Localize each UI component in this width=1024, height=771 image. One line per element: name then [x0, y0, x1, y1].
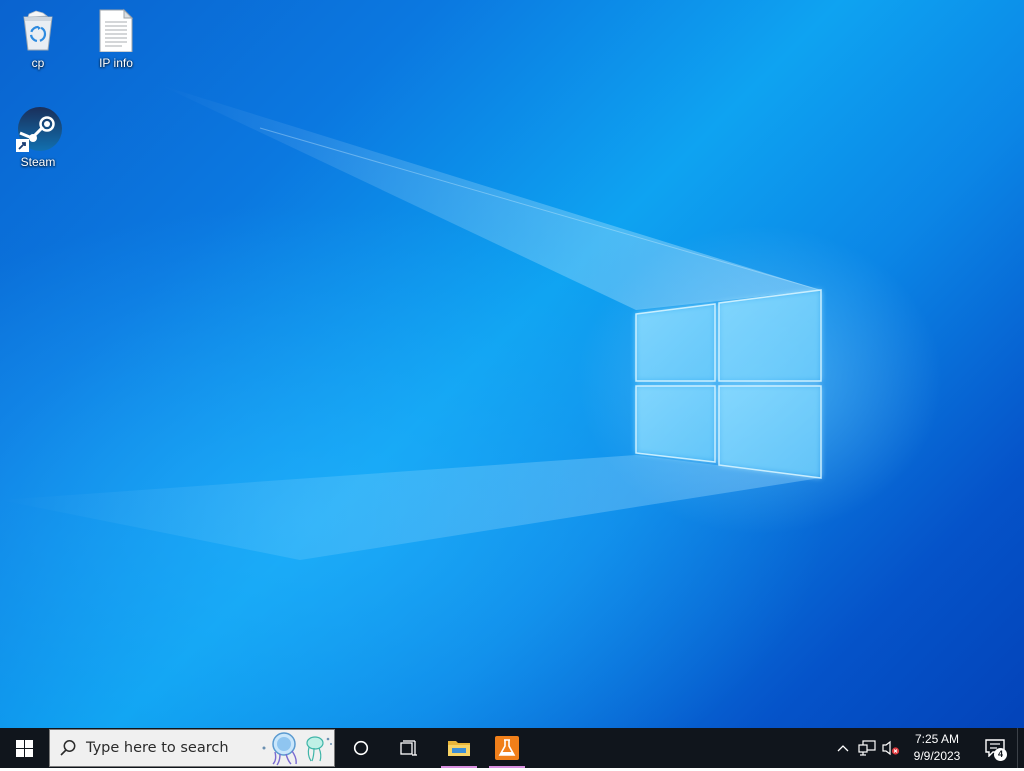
- action-center-button[interactable]: 4: [973, 728, 1017, 768]
- show-desktop-button[interactable]: [1017, 728, 1024, 768]
- chevron-up-icon: [837, 745, 849, 752]
- desktop-icon-steam[interactable]: Steam: [2, 107, 74, 169]
- network-icon: [858, 740, 876, 756]
- notification-count-badge: 4: [994, 748, 1007, 761]
- volume-button[interactable]: [879, 728, 903, 768]
- cortana-button[interactable]: [337, 728, 385, 768]
- volume-muted-icon: [882, 740, 900, 756]
- system-tray: 7:25 AM 9/9/2023 4: [831, 728, 1024, 768]
- desktop-icon-label: IP info: [99, 56, 133, 70]
- search-icon: [50, 739, 86, 757]
- taskbar: Type here to search 7:25 AM 9/9/2023 4: [0, 728, 1024, 768]
- show-hidden-icons-button[interactable]: [831, 728, 855, 768]
- task-view-button[interactable]: [385, 728, 433, 768]
- start-button[interactable]: [0, 728, 48, 768]
- steam-icon: [16, 107, 62, 152]
- recycle-bin-icon: [16, 8, 60, 52]
- clock-date: 9/9/2023: [913, 749, 961, 763]
- folder-icon: [448, 741, 470, 756]
- desktop-icon-ip-info[interactable]: IP info: [80, 8, 152, 70]
- windows-logo-icon: [15, 739, 33, 757]
- taskbar-search-box[interactable]: Type here to search: [49, 729, 335, 767]
- wallpaper-windows-logo: [635, 289, 822, 479]
- search-highlight-jellyfish-icon[interactable]: [260, 730, 334, 766]
- desktop-icon-label: cp: [31, 56, 45, 70]
- taskbar-app-flask[interactable]: [483, 728, 531, 768]
- cortana-circle-icon: [353, 740, 369, 756]
- clock-time: 7:25 AM: [914, 732, 960, 746]
- text-document-icon: [94, 8, 138, 53]
- task-view-icon: [400, 740, 417, 756]
- desktop[interactable]: cp IP info Steam: [0, 0, 1024, 728]
- flask-icon: [495, 736, 519, 760]
- network-status-button[interactable]: [855, 728, 879, 768]
- search-placeholder: Type here to search: [86, 740, 229, 756]
- taskbar-clock[interactable]: 7:25 AM 9/9/2023: [907, 728, 967, 768]
- desktop-icon-label: Steam: [20, 155, 56, 169]
- desktop-icon-cp[interactable]: cp: [2, 8, 74, 70]
- taskbar-app-file-explorer[interactable]: [435, 728, 483, 768]
